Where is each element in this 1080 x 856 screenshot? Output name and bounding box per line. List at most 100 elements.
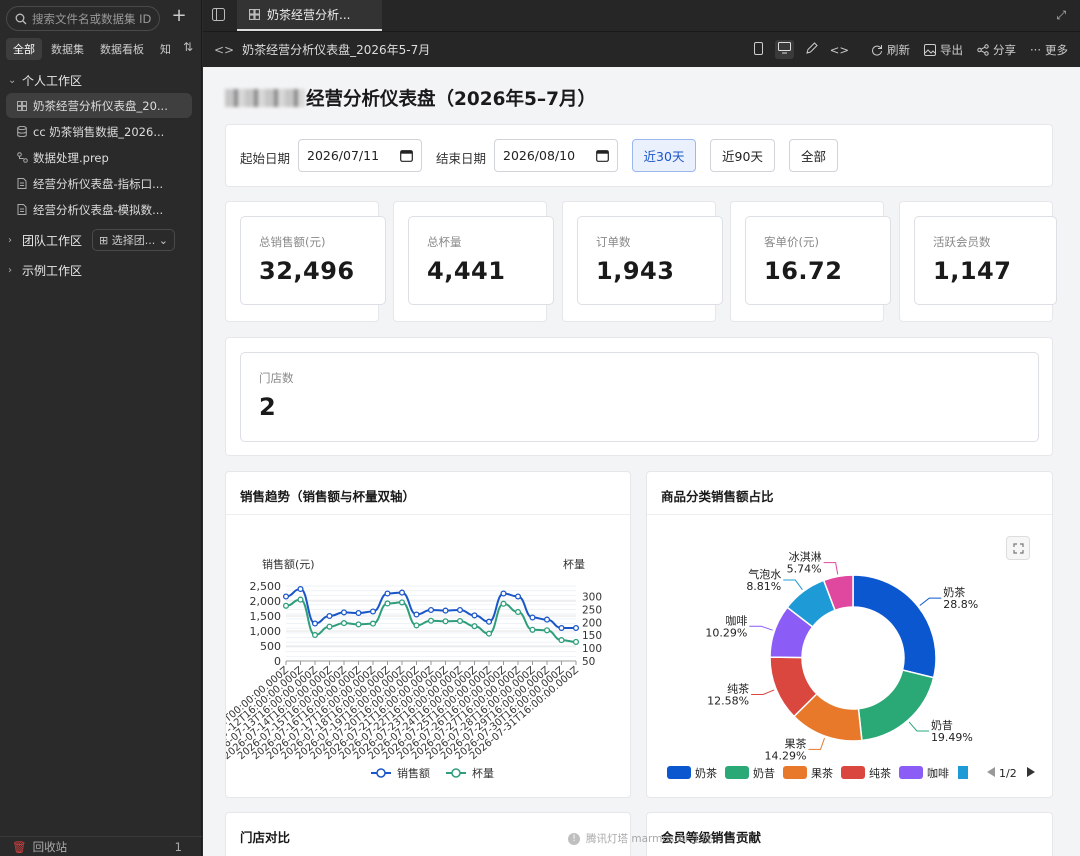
kpi-value: 4,441 bbox=[427, 257, 506, 285]
start-date-input[interactable]: 2026/07/11 bbox=[298, 139, 422, 172]
data-point bbox=[442, 607, 449, 614]
file-item[interactable]: cc 奶茶销售数据_2026... bbox=[6, 119, 192, 144]
chevron-right-icon: › bbox=[8, 234, 12, 246]
data-point bbox=[529, 626, 536, 633]
y-tick-label: 1,000 bbox=[250, 625, 282, 638]
redacted-text bbox=[225, 89, 305, 107]
more-button[interactable]: ··· 更多 bbox=[1030, 42, 1068, 58]
kpi-value: 2 bbox=[259, 393, 277, 421]
sort-icon[interactable]: ⇅ bbox=[183, 40, 193, 54]
sales-trend-card: 销售趋势（销售额与杯量双轴） 销售额(元) 杯量 0 500 1,000 1,500 2,0… bbox=[225, 471, 631, 798]
example-workspace[interactable]: › 示例工作区 bbox=[0, 258, 202, 282]
sidebar: 搜索文件名或数据集 ID + 全部 数据集 数据看板 知 ⇅ ⌄ 个人工作区 奶茶… bbox=[0, 0, 202, 856]
data-point bbox=[311, 631, 319, 638]
file-label: 奶茶经营分析仪表盘_20... bbox=[33, 98, 168, 113]
edit-icon[interactable] bbox=[806, 42, 818, 57]
kpi-total-sales: 总销售额(元) 32,496 bbox=[240, 216, 386, 305]
label-leader bbox=[823, 562, 839, 575]
data-point bbox=[282, 593, 290, 600]
section-label: 示例工作区 bbox=[22, 263, 83, 278]
data-point bbox=[543, 627, 551, 634]
section-label: 团队工作区 bbox=[22, 233, 83, 248]
label-leader bbox=[908, 721, 929, 732]
data-point bbox=[369, 620, 377, 627]
watermark-text: 腾讯灯塔 marmos AI 生成 bbox=[586, 833, 713, 845]
trash-item[interactable]: 🗑 回收站 1 bbox=[0, 836, 202, 856]
label-leader bbox=[751, 689, 775, 695]
calendar-icon[interactable] bbox=[400, 149, 413, 162]
file-item[interactable]: 奶茶经营分析仪表盘_20... bbox=[6, 93, 192, 118]
y-tick-label: 2,000 bbox=[250, 595, 282, 608]
filter-dataset[interactable]: 数据集 bbox=[44, 38, 91, 60]
kpi-card-outer: 总杯量 4,441 bbox=[393, 201, 554, 322]
last-30-days-button[interactable]: 近30天 bbox=[632, 139, 696, 172]
file-label: 经营分析仪表盘-指标口... bbox=[33, 176, 164, 191]
legend-label: 杯量 bbox=[472, 766, 494, 780]
breadcrumb: <> 奶茶经营分析仪表盘_2026年5-7月 bbox=[214, 41, 430, 58]
mobile-view-icon[interactable] bbox=[753, 41, 763, 58]
sidebar-toggle-icon[interactable] bbox=[212, 8, 225, 24]
data-point bbox=[485, 630, 493, 637]
last-90-days-button[interactable]: 近90天 bbox=[710, 139, 775, 172]
data-point bbox=[529, 614, 536, 621]
slice-value-label: 8.81% bbox=[746, 580, 781, 593]
kpi-label: 门店数 bbox=[259, 371, 294, 385]
toolbar-actions: <> 刷新 导出 分享 ··· 更多 bbox=[742, 32, 1068, 67]
data-point bbox=[471, 612, 478, 619]
data-point bbox=[456, 617, 464, 625]
tab-dashboard[interactable]: 奶茶经营分析... bbox=[237, 0, 382, 31]
desktop-view-icon[interactable] bbox=[774, 40, 794, 59]
dashboard-canvas: 经营分析仪表盘（2026年5–7月） 起始日期 2026/07/11 结束日期 … bbox=[203, 67, 1080, 856]
calendar-icon[interactable] bbox=[596, 149, 609, 162]
kpi-total-cups: 总杯量 4,441 bbox=[408, 216, 554, 305]
y2-tick-label: 250 bbox=[582, 604, 602, 616]
kpi-card-outer: 总销售额(元) 32,496 bbox=[225, 201, 386, 322]
code-view-icon[interactable]: <> bbox=[830, 43, 849, 57]
data-point bbox=[456, 606, 464, 614]
refresh-button[interactable]: 刷新 bbox=[871, 42, 910, 58]
file-item[interactable]: 经营分析仪表盘-模拟数... bbox=[6, 197, 192, 222]
kpi-label: 总销售额(元) bbox=[259, 235, 326, 249]
y-tick-label: 0 bbox=[274, 655, 281, 668]
breadcrumb-title: 奶茶经营分析仪表盘_2026年5-7月 bbox=[242, 43, 431, 57]
file-item[interactable]: 经营分析仪表盘-指标口... bbox=[6, 171, 192, 196]
section-label: 个人工作区 bbox=[22, 73, 83, 88]
search-icon bbox=[15, 13, 27, 24]
data-point bbox=[297, 596, 304, 603]
search-input[interactable]: 搜索文件名或数据集 ID bbox=[6, 6, 160, 31]
personal-workspace[interactable]: ⌄ 个人工作区 bbox=[0, 68, 202, 92]
team-select[interactable]: ⊞ 选择团... ⌄ bbox=[92, 229, 175, 251]
dashboard-icon bbox=[16, 100, 28, 112]
trash-label: 回收站 bbox=[32, 839, 68, 854]
data-point bbox=[558, 624, 565, 632]
search-placeholder: 搜索文件名或数据集 ID bbox=[32, 11, 152, 26]
data-point bbox=[326, 612, 333, 620]
expand-icon[interactable]: ⤢ bbox=[1056, 8, 1066, 23]
data-point bbox=[297, 585, 304, 593]
end-date-input[interactable]: 2026/08/10 bbox=[494, 139, 618, 172]
data-point bbox=[427, 606, 435, 614]
kpi-label: 客单价(元) bbox=[764, 235, 819, 249]
filter-dashboard[interactable]: 数据看板 bbox=[93, 38, 151, 60]
kpi-value: 32,496 bbox=[259, 257, 355, 285]
category-pie-chart: 奶茶28.8%奶昔19.49%果茶14.29%纯茶12.58%咖啡10.29%气… bbox=[667, 551, 1035, 780]
file-item[interactable]: 数据处理.prep bbox=[6, 145, 192, 170]
data-point bbox=[384, 590, 391, 597]
legend-label: 纯茶 bbox=[869, 767, 891, 780]
filter-all[interactable]: 全部 bbox=[6, 38, 42, 60]
slice-name-label: 气泡水 bbox=[748, 567, 781, 581]
share-button[interactable]: 分享 bbox=[977, 42, 1016, 58]
divider bbox=[647, 514, 1052, 515]
export-button[interactable]: 导出 bbox=[924, 42, 963, 58]
data-point bbox=[311, 620, 319, 627]
team-workspace[interactable]: › 团队工作区 ⊞ 选择团... ⌄ bbox=[0, 228, 202, 252]
filter-knowledge[interactable]: 知 bbox=[153, 38, 178, 60]
data-point bbox=[413, 611, 420, 618]
y2-tick-label: 100 bbox=[582, 643, 602, 655]
all-dates-button[interactable]: 全部 bbox=[789, 139, 838, 172]
add-icon[interactable]: + bbox=[170, 7, 188, 26]
kpi-label: 订单数 bbox=[596, 235, 631, 249]
more-label: 更多 bbox=[1045, 42, 1068, 57]
code-icon[interactable]: <> bbox=[214, 43, 234, 57]
data-point bbox=[355, 609, 362, 617]
